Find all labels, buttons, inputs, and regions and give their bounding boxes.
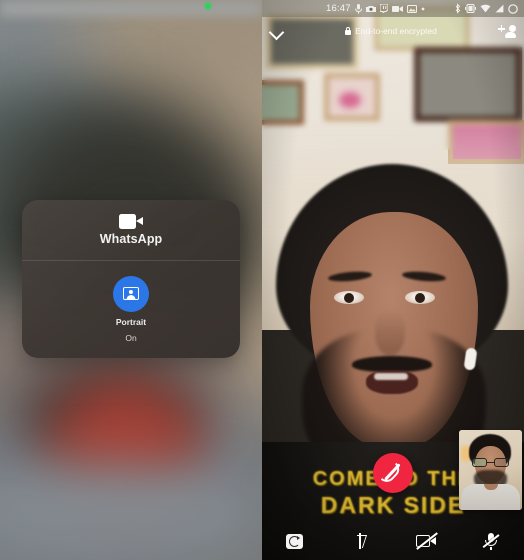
wifi-icon bbox=[480, 4, 491, 13]
video-camera-icon bbox=[119, 214, 143, 229]
vibrate-icon bbox=[465, 4, 476, 13]
photo-icon bbox=[406, 4, 417, 13]
battery-circle-icon bbox=[508, 3, 518, 14]
bluetooth-icon bbox=[354, 533, 366, 549]
eye bbox=[334, 291, 364, 304]
status-right-icons bbox=[454, 3, 518, 14]
portrait-mode-button[interactable] bbox=[113, 275, 149, 312]
portrait-label: Portrait bbox=[115, 316, 147, 327]
flip-camera-button[interactable] bbox=[262, 533, 328, 549]
bluetooth-icon bbox=[455, 3, 461, 14]
card-app-name: WhatsApp bbox=[99, 232, 163, 246]
blurred-status-bar bbox=[0, 0, 262, 16]
video-off-icon bbox=[415, 532, 438, 550]
end-call-button[interactable] bbox=[373, 453, 413, 493]
add-person-icon[interactable] bbox=[498, 24, 516, 38]
portrait-person-icon bbox=[123, 287, 139, 301]
call-controls bbox=[262, 526, 524, 556]
encryption-label: End-to-end encrypted bbox=[355, 26, 437, 36]
chevron-down-icon[interactable] bbox=[270, 24, 284, 38]
screen: WhatsApp Portrait On COME THE DARK SIDE … bbox=[0, 0, 524, 560]
microphone-icon bbox=[354, 3, 362, 14]
portrait-state: On bbox=[125, 332, 137, 343]
twitch-icon bbox=[379, 4, 388, 13]
audio-output-button[interactable] bbox=[328, 533, 394, 549]
status-left-icons bbox=[354, 3, 425, 14]
eye bbox=[405, 291, 435, 304]
self-view-pip[interactable] bbox=[459, 430, 522, 510]
encryption-notice: End-to-end encrypted bbox=[284, 26, 498, 36]
system-status-bar: 16:47 bbox=[262, 0, 524, 17]
more-dot-icon bbox=[421, 7, 425, 10]
phone-hangup-icon bbox=[384, 463, 403, 482]
video-camera-icon bbox=[391, 5, 403, 12]
camera-flip-icon bbox=[286, 533, 304, 549]
card-app-header: WhatsApp bbox=[22, 200, 240, 260]
camera-icon bbox=[365, 5, 376, 12]
camera-privacy-indicator-icon bbox=[205, 3, 211, 9]
ios-control-center-camera-panel: WhatsApp Portrait On bbox=[0, 0, 262, 560]
toggle-video-button[interactable] bbox=[393, 532, 459, 550]
card-effects-row: Portrait On bbox=[22, 261, 240, 358]
mic-muted-icon bbox=[482, 532, 500, 550]
lock-icon bbox=[345, 27, 352, 35]
call-header: End-to-end encrypted bbox=[262, 17, 524, 45]
signal-icon bbox=[495, 4, 504, 13]
glasses-icon bbox=[472, 458, 509, 467]
toggle-mic-button[interactable] bbox=[459, 532, 524, 550]
whatsapp-video-call: COME TO THE DARK SIDE 16:47 bbox=[262, 0, 524, 560]
status-clock: 16:47 bbox=[326, 3, 351, 14]
camera-effects-card: WhatsApp Portrait On bbox=[22, 200, 240, 358]
